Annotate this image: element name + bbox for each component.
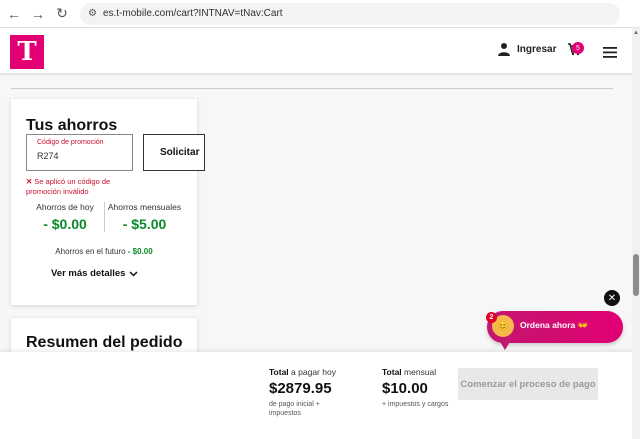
total-today-label: Total a pagar hoy xyxy=(269,367,339,377)
divider xyxy=(11,88,613,89)
total-today-amount: $2879.95 xyxy=(269,380,332,397)
page-scrollbar[interactable]: ▲ xyxy=(632,28,640,439)
hamburger-menu-icon[interactable] xyxy=(603,45,617,63)
total-today-label-bold: Total xyxy=(269,367,289,377)
promo-code-field[interactable]: Código de promoción R274 xyxy=(26,134,133,171)
site-info-icon[interactable]: ⚙ xyxy=(88,8,97,19)
savings-title: Tus ahorros xyxy=(26,117,118,134)
scrollbar-thumb[interactable] xyxy=(633,254,639,296)
promo-error-text: Se aplicó un código de promoción inválid… xyxy=(26,177,111,196)
login-label: Ingresar xyxy=(517,43,557,55)
view-more-details-link[interactable]: Ver más detalles xyxy=(51,268,138,279)
monthly-savings-value: - $5.00 xyxy=(122,216,167,232)
error-icon: ✕ xyxy=(26,177,33,186)
browser-toolbar: ← → ↻ ⚙ es.t-mobile.com/cart?INTNAV=tNav… xyxy=(0,0,640,28)
address-bar[interactable]: ⚙ es.t-mobile.com/cart?INTNAV=tNav:Cart xyxy=(80,2,620,25)
url-text: es.t-mobile.com/cart?INTNAV=tNav:Cart xyxy=(102,8,283,19)
order-summary-title: Resumen del pedido xyxy=(26,334,183,351)
future-savings-value: - $0.00 xyxy=(127,247,153,256)
total-today-note: de pago inicial + impuestos xyxy=(269,401,320,417)
total-monthly-amount: $10.00 xyxy=(382,380,428,397)
checkout-button[interactable]: Comenzar el proceso de pago xyxy=(458,368,598,400)
login-button[interactable]: Ingresar xyxy=(497,42,556,56)
close-chat-icon[interactable]: ✕ xyxy=(604,290,620,306)
chevron-down-icon xyxy=(129,270,138,277)
chat-label: Ordena ahora 👐 xyxy=(520,320,589,330)
total-monthly-label-rest: mensual xyxy=(401,367,437,377)
view-more-details-label: Ver más detalles xyxy=(51,268,126,279)
total-monthly-note: + impuestos y cargos xyxy=(382,401,449,408)
user-icon xyxy=(497,42,511,56)
apply-promo-button[interactable]: Solicitar xyxy=(143,134,205,171)
reload-icon[interactable]: ↻ xyxy=(52,4,72,24)
t-mobile-logo[interactable]: T xyxy=(10,35,44,69)
future-savings: Ahorros en el futuro - $0.00 xyxy=(11,247,197,256)
checkout-bar: Total a pagar hoy $2879.95 de pago inici… xyxy=(0,352,632,439)
promo-error-message: ✕ Se aplicó un código de promoción inváli… xyxy=(26,177,136,197)
monthly-savings-label: Ahorros mensuales xyxy=(107,202,182,212)
total-monthly-label: Total mensual xyxy=(382,367,448,377)
promo-code-value[interactable]: R274 xyxy=(37,151,59,161)
savings-card: Tus ahorros Código de promoción R274 Sol… xyxy=(11,99,205,305)
forward-icon[interactable]: → xyxy=(28,4,48,24)
total-today-label-rest: a pagar hoy xyxy=(288,367,336,377)
today-savings: Ahorros de hoy - $0.00 xyxy=(29,202,101,232)
promo-code-label: Código de promoción xyxy=(37,139,104,146)
today-savings-value: - $0.00 xyxy=(43,216,87,232)
monthly-savings: Ahorros mensuales - $5.00 xyxy=(104,202,184,232)
back-icon[interactable]: ← xyxy=(4,4,24,24)
site-header: T Ingresar xyxy=(0,28,632,73)
today-savings-label: Ahorros de hoy xyxy=(36,202,94,212)
total-monthly: Total mensual $10.00 + impuestos y cargo… xyxy=(382,367,448,409)
chat-notification-badge: 2 xyxy=(486,312,497,323)
cart-count-badge: 5 xyxy=(572,42,584,54)
total-monthly-label-bold: Total xyxy=(382,367,402,377)
scroll-up-icon[interactable]: ▲ xyxy=(633,30,639,36)
total-today: Total a pagar hoy $2879.95 de pago inici… xyxy=(269,367,339,418)
chat-bubble-tail xyxy=(499,340,511,350)
future-savings-label: Ahorros en el futuro xyxy=(55,247,126,256)
